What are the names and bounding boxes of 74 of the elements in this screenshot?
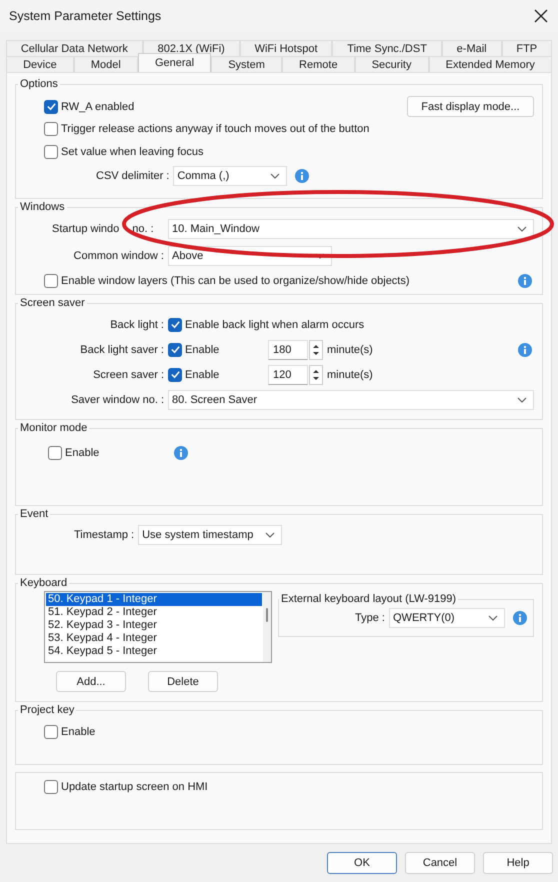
checkbox[interactable]: Trigger release actions anyway if touch moves out of the button xyxy=(24,117,534,140)
checkbox[interactable]: RW_A enabled xyxy=(44,100,134,114)
info-icon[interactable] xyxy=(518,342,532,356)
tab[interactable]: Cellular Data Network xyxy=(6,40,143,56)
list-item[interactable]: 52. Keypad 3 - Integer xyxy=(46,619,262,632)
group-title: Event xyxy=(19,508,50,520)
field-label: CSV delimiter : xyxy=(96,170,170,182)
field-label: Startup windo xyxy=(52,222,120,234)
startup-window-dropdown[interactable]: 10. Main_Window xyxy=(168,218,534,238)
info-icon[interactable] xyxy=(513,610,527,624)
field-label: Common window : xyxy=(72,250,164,262)
minutes-field[interactable]: 120 xyxy=(268,364,308,384)
info-icon[interactable] xyxy=(295,168,310,182)
saver-window-dropdown[interactable]: 80. Screen Saver xyxy=(168,390,534,410)
checkbox[interactable]: Enable xyxy=(168,342,264,356)
check-icon xyxy=(46,101,56,112)
tab[interactable]: Model xyxy=(74,56,138,72)
tab[interactable]: Security xyxy=(354,56,429,72)
group-title: Screen saver xyxy=(19,297,86,309)
tab[interactable]: e-Mail xyxy=(442,40,502,56)
list-item[interactable]: 53. Keypad 4 - Integer xyxy=(46,632,262,645)
group-title: Keyboard xyxy=(19,577,68,589)
tab[interactable]: Remote xyxy=(282,56,355,72)
spinner-icon[interactable] xyxy=(309,364,323,384)
check-icon xyxy=(170,369,180,380)
field-label: Type : xyxy=(355,612,385,624)
keyboard-type-dropdown[interactable]: QWERTY(0) xyxy=(389,608,505,628)
field-label: Back light : xyxy=(109,318,164,330)
field-label: Saver window no. : xyxy=(70,394,164,406)
group-title: Windows xyxy=(19,201,66,213)
checkbox[interactable]: Enable window layers (This can be used to organize/show/hide objects) xyxy=(44,274,410,288)
unit-label: minute(s) xyxy=(327,344,373,356)
minutes-field[interactable]: 180 xyxy=(268,340,308,360)
group-title: Project key xyxy=(19,704,76,716)
checkbox[interactable]: Enable xyxy=(24,720,534,743)
info-icon[interactable] xyxy=(174,446,188,460)
field-label: Timestamp : xyxy=(74,528,134,540)
list-item[interactable]: 51. Keypad 2 - Integer xyxy=(46,606,262,619)
checkbox[interactable]: Update startup screen on HMI xyxy=(24,775,534,798)
list-item[interactable]: 54. Keypad 5 - Integer xyxy=(46,645,262,658)
group-title: Monitor mode xyxy=(19,422,88,434)
info-icon[interactable] xyxy=(518,274,532,288)
delete-button[interactable]: Delete xyxy=(148,671,218,692)
tab[interactable]: General xyxy=(138,53,212,72)
fast-display-button[interactable]: Fast display mode... xyxy=(407,96,534,117)
checkbox[interactable]: Enable back light when alarm occurs xyxy=(168,318,364,332)
csv-dropdown[interactable]: Comma (,) xyxy=(173,166,288,186)
tab[interactable]: Extended Memory xyxy=(428,56,552,72)
checkbox[interactable]: Enable xyxy=(168,368,264,382)
group-title: Options xyxy=(19,78,59,90)
tab[interactable]: FTP xyxy=(502,40,552,56)
tab[interactable]: Device xyxy=(6,56,74,72)
tab[interactable]: Time Sync./DST xyxy=(332,40,442,56)
field-label: no. : xyxy=(132,222,154,234)
list-item[interactable]: 50. Keypad 1 - Integer xyxy=(46,593,262,606)
dialog-button[interactable]: Help xyxy=(483,852,553,874)
checkbox[interactable]: Set value when leaving focus xyxy=(24,140,534,163)
dialog-button[interactable]: OK xyxy=(327,852,397,874)
tab[interactable]: WiFi Hotspot xyxy=(240,40,332,56)
dialog-button[interactable]: Cancel xyxy=(405,852,475,874)
group-title: External keyboard layout (LW-9199) xyxy=(280,593,458,605)
checkbox[interactable]: Enable xyxy=(48,446,166,460)
unit-label: minute(s) xyxy=(327,368,373,380)
timestamp-dropdown[interactable]: Use system timestamp xyxy=(138,524,282,544)
tab[interactable]: System xyxy=(211,56,282,72)
field-label: Back light saver : xyxy=(79,344,164,356)
add-button[interactable]: Add... xyxy=(56,671,126,692)
scrollbar[interactable] xyxy=(263,592,271,662)
close-icon[interactable] xyxy=(534,9,548,23)
spinner-icon[interactable] xyxy=(309,340,323,360)
check-icon xyxy=(170,319,180,330)
window-title: System Parameter Settings xyxy=(9,9,162,23)
check-icon xyxy=(170,344,180,355)
field-label: Screen saver : xyxy=(92,368,164,380)
